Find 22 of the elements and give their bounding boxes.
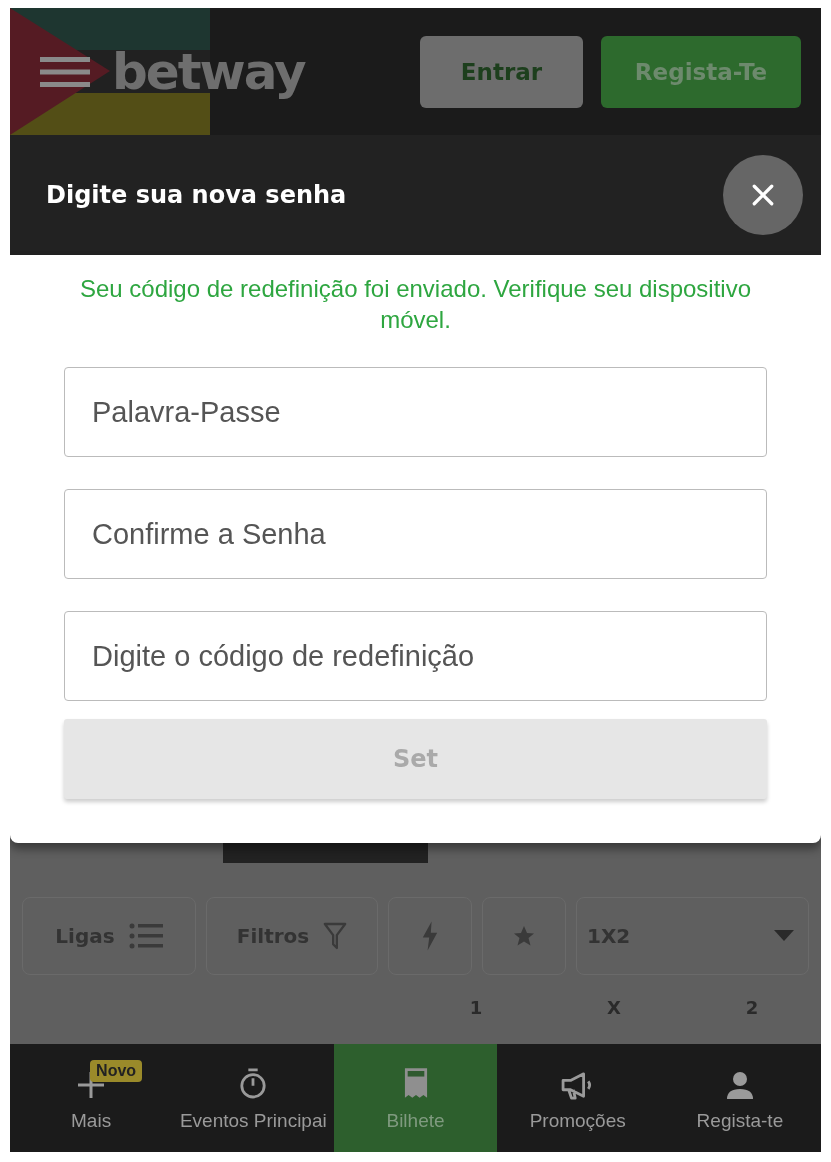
logo[interactable]: betway	[112, 42, 305, 101]
betslip-icon	[403, 1066, 428, 1100]
menu-icon[interactable]	[40, 54, 90, 89]
new-badge: Novo	[90, 1060, 143, 1082]
star-icon	[512, 924, 536, 949]
stopwatch-icon	[239, 1066, 268, 1100]
nav-item[interactable]: Novo Mais	[10, 1044, 173, 1152]
modal-title: Digite sua nova senha	[46, 181, 347, 209]
register-button[interactable]: Regista-Te	[601, 35, 801, 108]
nav-item[interactable]: Regista-te	[658, 1044, 821, 1152]
success-message: Seu código de redefinição foi enviado. Verifique seu dispositivo móvel.	[78, 274, 753, 336]
caret-icon	[774, 930, 794, 943]
nav-item[interactable]: Bilhete	[334, 1044, 497, 1152]
nav-item[interactable]: Eventos Principai	[172, 1044, 335, 1152]
nav-item[interactable]: Promoções	[496, 1044, 659, 1152]
input-field[interactable]: Palavra-Passe	[64, 367, 767, 458]
user-icon	[724, 1070, 755, 1100]
input-field[interactable]: Digite o código de redefinição	[64, 611, 767, 702]
login-button[interactable]: Entrar	[420, 35, 583, 108]
input-field[interactable]: Confirme a Senha	[64, 489, 767, 580]
list-icon	[128, 923, 163, 950]
funnel-icon	[323, 922, 348, 951]
